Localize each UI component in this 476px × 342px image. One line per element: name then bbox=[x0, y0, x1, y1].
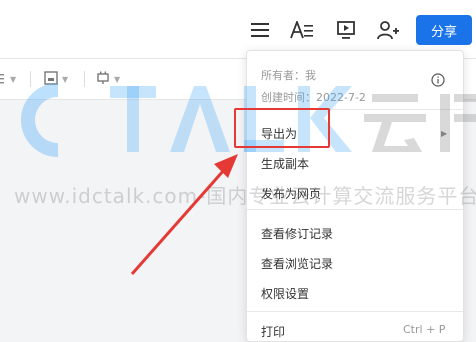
annotation-arrow bbox=[130, 154, 238, 275]
